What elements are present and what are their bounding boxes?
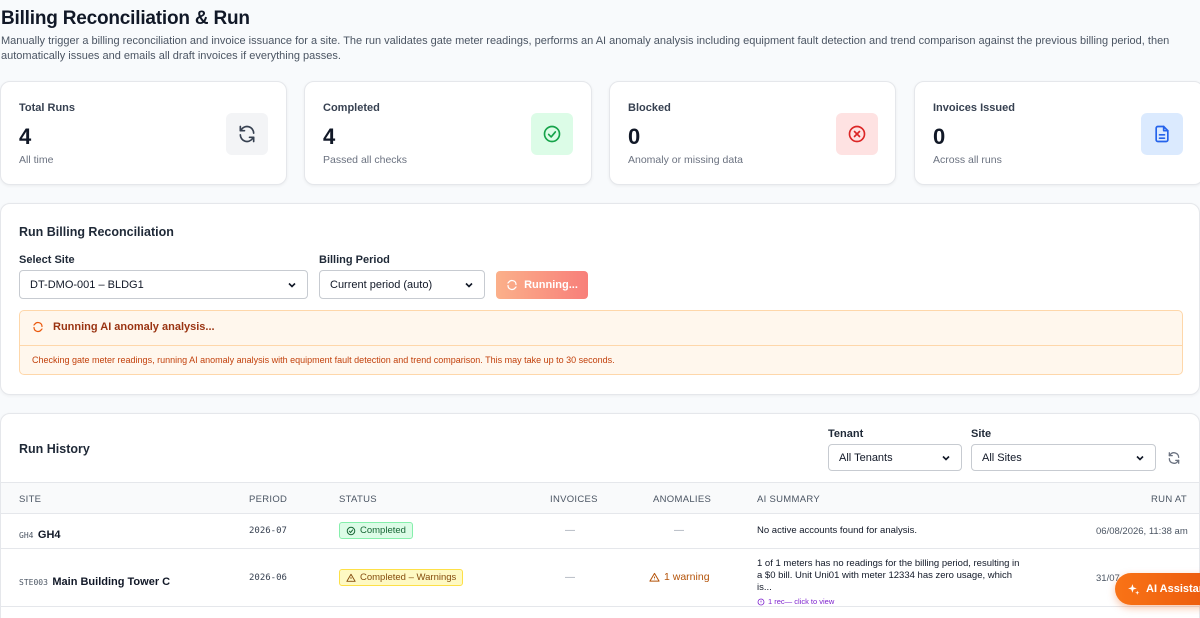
site-filter-label: Site (971, 428, 992, 440)
ai-summary-cell: 1 of 1 meters has no readings for the bi… (757, 558, 1027, 606)
site-select[interactable]: DT-DMO-001 – BLDG1 (19, 270, 308, 299)
refresh-history-icon[interactable] (1167, 451, 1181, 465)
site-filter-select[interactable]: All Sites (971, 444, 1156, 471)
status-label: Completed – Warnings (360, 572, 457, 583)
status-badge: Completed (339, 522, 413, 539)
anomalies-cell: — (674, 525, 684, 536)
run-at-cell: 06/08/2026, 11:38 am (1096, 526, 1188, 537)
info-icon (757, 598, 765, 605)
tenant-filter-select[interactable]: All Tenants (828, 444, 962, 471)
site-name: Main Building Tower C (52, 576, 171, 588)
stat-value: 4 (19, 124, 32, 149)
stat-card-total-runs: Total Runs 4 All time (0, 81, 287, 185)
status-label: Completed (360, 525, 406, 536)
site-code: GH4 (19, 531, 34, 540)
stat-label: Blocked (628, 102, 671, 114)
column-header-status: STATUS (339, 494, 377, 505)
alert-divider (20, 345, 1182, 346)
period-cell: 2026-06 (249, 573, 287, 583)
running-alert: Running AI anomaly analysis... Checking … (19, 310, 1183, 375)
tenant-filter-label: Tenant (828, 428, 864, 440)
period-select-label: Billing Period (319, 254, 390, 266)
run-button-label: Running... (524, 279, 578, 291)
column-header-run-at: RUN AT (1151, 494, 1187, 505)
tenant-filter-value: All Tenants (839, 451, 893, 464)
stat-label: Total Runs (19, 102, 76, 114)
column-header-invoices: INVOICES (550, 494, 598, 505)
stat-value: 0 (628, 124, 641, 149)
stat-card-invoices-issued: Invoices Issued 0 Across all runs (914, 81, 1200, 185)
site-name: GH4 (37, 529, 61, 541)
column-header-site: SITE (19, 494, 42, 505)
history-table-header: SITE PERIOD STATUS INVOICES ANOMALIES AI… (1, 482, 1199, 514)
ai-assistant-label: AI Assistant (1146, 583, 1200, 595)
check-circle-icon (531, 113, 573, 155)
alert-header: Running AI anomaly analysis... (32, 321, 215, 333)
spinner-icon (507, 279, 517, 291)
run-history-panel: Run History Tenant All Tenants Site All … (0, 413, 1200, 618)
site-filter-value: All Sites (982, 451, 1022, 464)
page-description: Manually trigger a billing reconciliatio… (1, 35, 1170, 62)
site-select-label: Select Site (19, 254, 75, 266)
stat-subtext: All time (19, 154, 54, 166)
ai-summary-text: 1 of 1 meters has no readings for the bi… (757, 558, 1020, 593)
column-header-anomalies: ANOMALIES (653, 494, 712, 505)
check-circle-icon (346, 526, 356, 535)
status-badge: Completed – Warnings (339, 569, 464, 586)
run-reconciliation-panel: Run Billing Reconciliation Select Site D… (0, 203, 1200, 395)
refresh-icon (226, 113, 268, 155)
history-title: Run History (19, 442, 90, 456)
status-cell: Completed – Warnings (339, 569, 464, 588)
anomaly-warning: 1 warning (649, 571, 710, 583)
chevron-down-icon (465, 282, 473, 288)
run-button[interactable]: Running... (496, 271, 588, 299)
page-title: Billing Reconciliation & Run (1, 8, 250, 29)
stat-label: Invoices Issued (933, 102, 1015, 114)
alert-message: Checking gate meter readings, running AI… (32, 355, 615, 365)
table-row[interactable]: STE003 Main Building Tower C 2026-06 Com… (1, 549, 1199, 607)
stat-value: 4 (323, 124, 336, 149)
chevron-down-icon (288, 282, 296, 288)
chevron-down-icon (942, 455, 950, 461)
stat-subtext: Anomaly or missing data (628, 154, 743, 166)
document-icon (1141, 113, 1183, 155)
site-code: STE003 (19, 578, 48, 587)
stat-subtext: Across all runs (933, 154, 1002, 166)
site-cell: STE003 Main Building Tower C (19, 572, 170, 590)
stat-card-completed: Completed 4 Passed all checks (304, 81, 592, 185)
table-row[interactable]: GH4 GH4 2026-07 Completed — — No active … (1, 514, 1199, 549)
sparkles-icon (1128, 583, 1140, 595)
period-cell: 2026-07 (249, 526, 287, 536)
anomalies-cell[interactable]: 1 warning (649, 571, 710, 583)
recommendation-link-label: 1 rec— click to view (768, 597, 835, 606)
stat-subtext: Passed all checks (323, 154, 408, 166)
stat-label: Completed (323, 102, 380, 114)
warning-triangle-icon (346, 573, 356, 582)
billing-period-select[interactable]: Current period (auto) (319, 270, 485, 299)
x-circle-icon (836, 113, 878, 155)
alert-title: Running AI anomaly analysis... (53, 321, 215, 333)
recommendation-link[interactable]: 1 rec— click to view (757, 597, 1027, 606)
warning-triangle-icon (649, 572, 660, 582)
billing-reconciliation-page: Billing Reconciliation & Run Manually tr… (0, 0, 1200, 618)
invoices-cell: — (565, 525, 575, 536)
stat-value: 0 (933, 124, 946, 149)
invoices-cell: — (565, 572, 575, 583)
column-header-period: PERIOD (249, 494, 288, 505)
anomaly-count: 1 warning (664, 571, 710, 583)
stat-card-blocked: Blocked 0 Anomaly or missing data (609, 81, 896, 185)
chevron-down-icon (1136, 455, 1144, 461)
ai-summary-cell: No active accounts found for analysis. (757, 525, 918, 536)
ai-assistant-button[interactable]: AI Assistant (1115, 573, 1200, 605)
spinner-icon (33, 321, 43, 333)
site-cell: GH4 GH4 (19, 525, 61, 543)
status-cell: Completed (339, 522, 413, 541)
panel-title: Run Billing Reconciliation (19, 225, 174, 239)
column-header-ai-summary: AI SUMMARY (757, 494, 821, 505)
period-select-value: Current period (auto) (330, 278, 433, 291)
site-select-value: DT-DMO-001 – BLDG1 (30, 278, 144, 291)
